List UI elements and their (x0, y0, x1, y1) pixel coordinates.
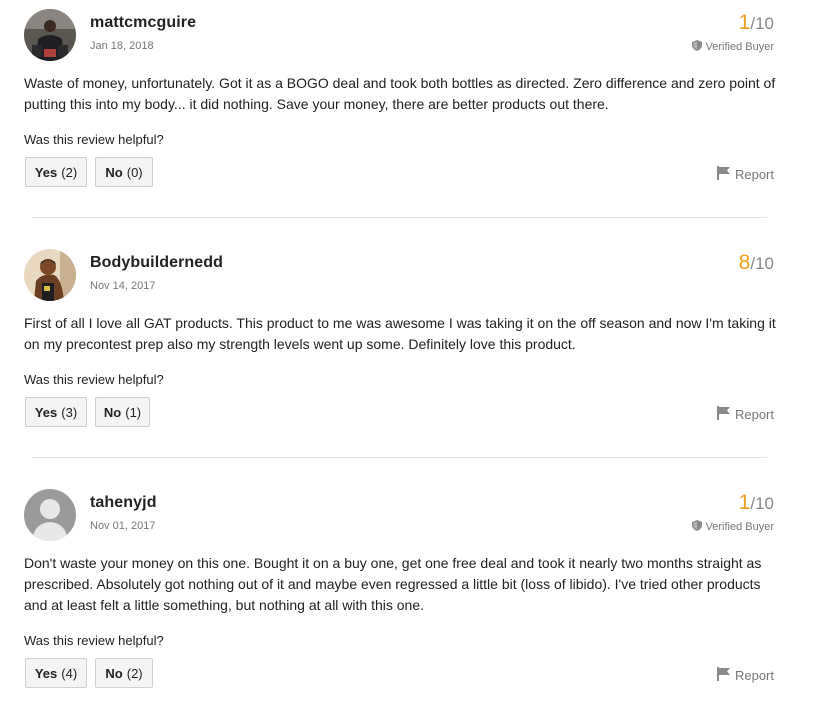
helpful-question: Was this review helpful? (24, 372, 164, 387)
helpful-no-button[interactable]: No (1) (95, 397, 150, 427)
avatar[interactable] (24, 249, 76, 301)
review-divider (32, 217, 767, 218)
helpful-question: Was this review helpful? (24, 633, 164, 648)
yes-count: (4) (61, 665, 78, 681)
rating-out-of: /10 (750, 494, 774, 513)
reviewer-name[interactable]: mattcmcguire (90, 14, 196, 32)
avatar[interactable] (24, 9, 76, 61)
yes-count: (2) (61, 164, 78, 180)
no-label: No (103, 404, 122, 420)
review-divider (32, 457, 767, 458)
review-rating: 1/10 (739, 11, 774, 35)
report-label: Report (734, 668, 774, 683)
verified-label: Verified Buyer (705, 41, 774, 53)
verified-buyer-badge: Verified Buyer (691, 520, 774, 534)
shield-icon (691, 40, 702, 54)
yes-label: Yes (34, 665, 58, 681)
verified-label: Verified Buyer (705, 521, 774, 533)
helpful-yes-button[interactable]: Yes (3) (25, 397, 87, 427)
review-rating: 1/10 (739, 491, 774, 515)
review-body: Waste of money, unfortunately. Got it as… (24, 75, 776, 112)
review-body: First of all I love all GAT products. Th… (24, 315, 776, 352)
default-user-avatar-icon[interactable] (24, 489, 76, 541)
report-link[interactable]: Report (716, 667, 774, 684)
report-label: Report (734, 407, 774, 422)
report-link[interactable]: Report (716, 166, 774, 183)
no-label: No (105, 164, 123, 180)
report-label: Report (734, 167, 774, 182)
helpful-question: Was this review helpful? (24, 132, 164, 147)
reviewer-name[interactable]: tahenyjd (90, 494, 157, 512)
review-date: Nov 14, 2017 (90, 280, 156, 292)
yes-label: Yes (34, 164, 58, 180)
yes-label: Yes (34, 404, 58, 420)
shield-icon (691, 520, 702, 534)
reviewer-name[interactable]: Bodybuildernedd (90, 254, 223, 272)
review-date: Nov 01, 2017 (90, 520, 156, 532)
verified-buyer-badge: Verified Buyer (691, 40, 774, 54)
yes-count: (3) (61, 404, 78, 420)
rating-score: 1 (738, 11, 751, 34)
review-date: Jan 18, 2018 (90, 40, 154, 52)
helpful-yes-button[interactable]: Yes (4) (25, 658, 87, 688)
flag-icon (716, 166, 730, 183)
flag-icon (716, 667, 730, 684)
report-link[interactable]: Report (716, 406, 774, 423)
no-count: (0) (126, 164, 143, 180)
review-body: Don't waste your money on this one. Boug… (24, 555, 762, 613)
no-count: (2) (126, 665, 143, 681)
helpful-yes-button[interactable]: Yes (2) (25, 157, 87, 187)
rating-score: 8 (738, 251, 751, 274)
rating-out-of: /10 (750, 254, 774, 273)
rating-score: 1 (738, 491, 751, 514)
helpful-no-button[interactable]: No (2) (95, 658, 153, 688)
review-rating: 8/10 (739, 251, 774, 275)
flag-icon (716, 406, 730, 423)
no-label: No (105, 665, 123, 681)
no-count: (1) (125, 404, 142, 420)
helpful-no-button[interactable]: No (0) (95, 157, 153, 187)
rating-out-of: /10 (750, 14, 774, 33)
